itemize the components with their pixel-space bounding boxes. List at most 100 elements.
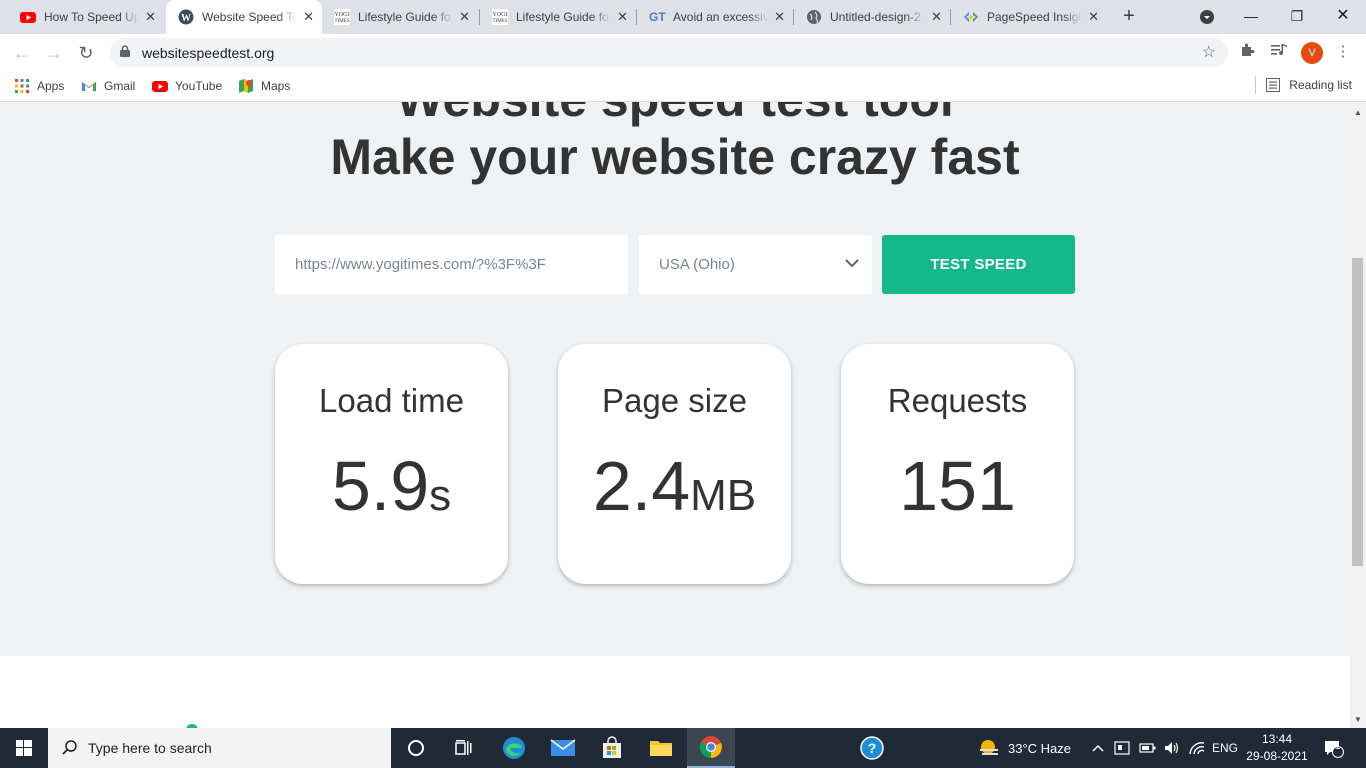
mail-taskbar-button[interactable] (539, 728, 587, 768)
youtube-icon (152, 78, 168, 94)
scroll-down-arrow-icon[interactable]: ▼ (1354, 715, 1362, 724)
help-taskbar-button[interactable]: ? (848, 728, 896, 768)
reload-button[interactable]: ↻ (73, 40, 99, 66)
menu-kebab-icon[interactable]: ⋮ (1333, 42, 1353, 62)
windows-logo-icon (16, 740, 32, 756)
forward-button[interactable]: → (41, 40, 67, 66)
task-view-icon (455, 740, 472, 755)
test-speed-button[interactable]: TEST SPEED (882, 235, 1075, 294)
file-explorer-taskbar-button[interactable] (637, 728, 685, 768)
wordpress-icon: W (178, 9, 194, 25)
mail-icon (550, 739, 576, 756)
close-tab-icon[interactable]: ✕ (617, 9, 628, 25)
close-tab-icon[interactable]: ✕ (145, 9, 156, 25)
reading-list-icon (1266, 78, 1281, 92)
apps-grid-icon (14, 78, 30, 94)
page-heading: Make your website crazy fast (330, 129, 1020, 185)
metric-card-load-time: Load time 5.9s (275, 344, 508, 584)
close-tab-icon[interactable]: ✕ (1088, 9, 1099, 25)
cortana-button[interactable] (392, 728, 440, 768)
edge-taskbar-button[interactable] (490, 728, 538, 768)
metric-value: 5.9s (331, 447, 452, 525)
metric-card-page-size: Page size 2.4MB (558, 344, 791, 584)
tab-lifestyle-guide-1[interactable]: YOGI TIMES Lifestyle Guide fo ✕ (322, 0, 478, 34)
chrome-icon (699, 736, 722, 759)
minimize-button[interactable]: — (1228, 0, 1274, 34)
tab-untitled-design[interactable]: Untitled-design-2 ✕ (794, 0, 950, 34)
cortana-icon (408, 740, 424, 756)
back-button[interactable]: ← (9, 40, 35, 66)
notification-center-button[interactable]: 1 (1322, 728, 1344, 768)
store-icon (603, 736, 621, 758)
page-heading-partial: Website speed test tool (0, 102, 1350, 128)
metric-card-requests: Requests 151 (841, 344, 1074, 584)
start-button[interactable] (0, 728, 48, 768)
bookmarks-bar: Apps Gmail YouTube Maps Reading list (0, 71, 1366, 102)
page-scrollbar[interactable]: ▲ ▼ (1350, 102, 1366, 728)
url-input[interactable] (275, 235, 628, 294)
tray-app-button[interactable] (1114, 728, 1130, 768)
address-bar[interactable]: websitespeedtest.org ☆ (110, 38, 1228, 67)
bookmark-youtube[interactable]: YouTube (152, 76, 222, 96)
weather-widget[interactable]: 33°C Haze (978, 728, 1071, 768)
extensions-icon[interactable] (1237, 42, 1257, 62)
task-view-button[interactable] (440, 728, 488, 768)
svg-text:GT: GT (649, 10, 666, 24)
tab-pagespeed-insights[interactable]: PageSpeed Insigh ✕ (951, 0, 1107, 34)
chevron-down-icon (845, 259, 859, 268)
maps-icon (238, 78, 254, 94)
bookmark-apps[interactable]: Apps (14, 76, 64, 96)
reading-list-button[interactable]: Reading list (1255, 76, 1352, 94)
region-select-value: USA (Ohio) (659, 256, 735, 273)
language-indicator[interactable]: ENG (1212, 728, 1238, 768)
close-tab-icon[interactable]: ✕ (303, 9, 314, 25)
tab-how-to-speed-up[interactable]: How To Speed Up ✕ (8, 0, 164, 34)
wifi-button[interactable] (1188, 728, 1206, 768)
bookmark-gmail[interactable]: Gmail (81, 76, 135, 96)
svg-text:?: ? (868, 740, 877, 756)
edge-icon (503, 737, 525, 759)
url-text: websitespeedtest.org (142, 45, 275, 61)
close-tab-icon[interactable]: ✕ (459, 9, 470, 25)
globe-icon (806, 9, 822, 25)
metric-unit: s (429, 471, 452, 520)
new-tab-button[interactable]: + (1118, 5, 1140, 27)
close-tab-icon[interactable]: ✕ (931, 9, 942, 25)
chrome-taskbar-button[interactable] (687, 728, 735, 768)
media-control-icon[interactable] (1269, 42, 1289, 62)
profile-avatar[interactable]: V (1301, 42, 1323, 64)
tab-website-speed-test[interactable]: W Website Speed Te ✕ (166, 0, 322, 34)
close-window-button[interactable]: ✕ (1320, 0, 1366, 34)
volume-button[interactable] (1163, 728, 1181, 768)
scroll-up-arrow-icon[interactable]: ▲ (1354, 108, 1362, 117)
svg-text:W: W (181, 13, 191, 24)
tab-search-button[interactable] (1184, 0, 1230, 34)
tab-avoid-excessive[interactable]: GT Avoid an excessiv ✕ (637, 0, 793, 34)
svg-text:TIMES: TIMES (335, 19, 350, 24)
store-taskbar-button[interactable] (588, 728, 636, 768)
lock-icon (120, 45, 130, 57)
maximize-button[interactable]: ❐ (1274, 0, 1320, 34)
show-hidden-icons-button[interactable] (1092, 728, 1104, 768)
battery-icon (1139, 743, 1156, 753)
browser-toolbar: ← → ↻ websitespeedtest.org ☆ V ⋮ (0, 34, 1366, 71)
windows-taskbar: Type here to search ? 33°C Haze ENG 13:4… (0, 728, 1366, 768)
battery-button[interactable] (1139, 728, 1157, 768)
scrollbar-thumb[interactable] (1352, 258, 1363, 566)
taskbar-clock[interactable]: 13:44 29-08-2021 (1244, 731, 1310, 765)
svg-text:TIMES: TIMES (493, 19, 508, 24)
speaker-icon (1165, 742, 1179, 754)
help-icon: ? (860, 736, 884, 760)
bookmark-star-icon[interactable]: ☆ (1202, 42, 1216, 62)
notification-count: 1 (1335, 741, 1341, 752)
gtmetrix-icon: GT (649, 9, 666, 25)
bookmark-maps[interactable]: Maps (238, 76, 290, 96)
close-tab-icon[interactable]: ✕ (774, 9, 785, 25)
tab-lifestyle-guide-2[interactable]: YOGI TIMES Lifestyle Guide fo ✕ (480, 0, 636, 34)
taskbar-search-box[interactable]: Type here to search (48, 728, 391, 768)
search-icon (62, 740, 77, 755)
weather-haze-icon (980, 740, 998, 755)
gmail-icon (81, 78, 97, 94)
region-select[interactable]: USA (Ohio) (639, 235, 872, 294)
tray-app-icon (1114, 741, 1130, 755)
